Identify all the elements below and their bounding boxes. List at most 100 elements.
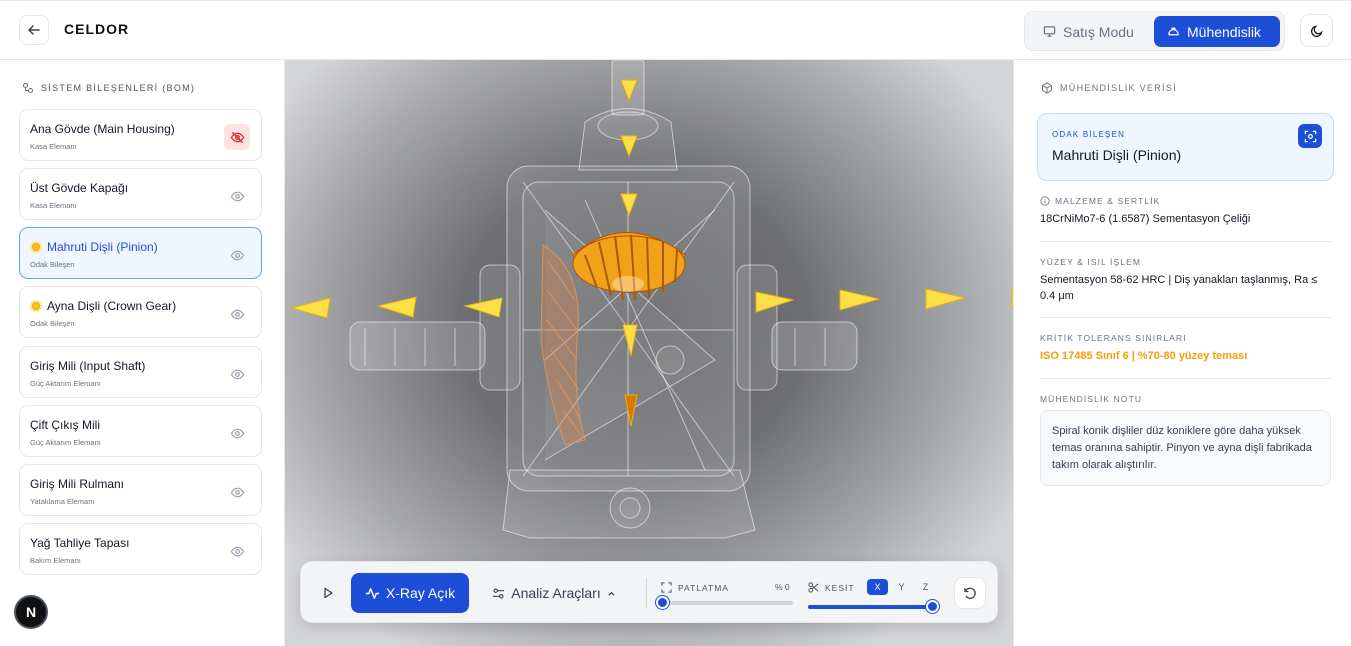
bom-item-label: Mahruti Dişli (Pinion) (30, 240, 158, 254)
reset-view-button[interactable] (954, 577, 986, 609)
play-icon (324, 587, 333, 599)
visibility-toggle[interactable] (224, 479, 250, 505)
engineering-note: Spiral konik dişliler düz koniklere göre… (1040, 410, 1331, 486)
mode-toggle: Satış Modu Mühendislik (1024, 11, 1285, 51)
surface-label: YÜZEY & ISIL İŞLEM (1040, 257, 1142, 267)
monitor-icon (1043, 26, 1056, 37)
bom-item-pinion[interactable]: Mahruti Dişli (Pinion) Odak Bileşen (19, 227, 262, 279)
expand-icon (661, 582, 672, 593)
divider (1040, 317, 1332, 318)
toolbar-divider (646, 578, 647, 608)
bom-item-top-cover[interactable]: Üst Gövde Kapağı Kasa Elemanı (19, 168, 262, 220)
viewer-toolbar: X-Ray Açık Analiz Araçları PATLATMA % 0 … (300, 561, 998, 623)
divider (1040, 241, 1332, 242)
visibility-toggle[interactable] (224, 301, 250, 327)
slider-fill (808, 605, 932, 609)
visibility-toggle[interactable] (224, 538, 250, 564)
bom-item-input-bearing[interactable]: Giriş Mili Rulmanı Yataklama Elemanı (19, 464, 262, 516)
surface-value: Sementasyon 58-62 HRC | Diş yanakları ta… (1040, 274, 1318, 302)
bom-item-crown-gear[interactable]: Ayna Dişli (Crown Gear) Odak Bileşen (19, 286, 262, 338)
hard-hat-icon (1168, 27, 1179, 36)
visibility-toggle[interactable] (224, 183, 250, 209)
eye-icon (230, 487, 244, 497)
tolerance-field: KRİTİK TOLERANS SINIRLARI ISO 17485 Sını… (1040, 333, 1332, 364)
bom-item-sublabel: Kasa Elemanı (30, 142, 77, 151)
eye-icon (230, 546, 244, 556)
focus-camera-button[interactable] (1298, 124, 1322, 148)
bom-item-dual-output-shaft[interactable]: Çift Çıkış Mili Güç Aktarım Elemanı (19, 405, 262, 457)
rotate-ccw-icon (964, 587, 976, 599)
focus-dot-icon (30, 241, 42, 253)
explode-slider[interactable] (656, 596, 793, 609)
bom-item-main-housing[interactable]: Ana Gövde (Main Housing) Kasa Elemanı (19, 109, 262, 161)
axis-x-button[interactable]: X (867, 579, 888, 595)
eye-off-icon (230, 131, 244, 143)
material-field: MALZEME & SERTLİK 18CrNiMo7-6 (1.6587) S… (1040, 196, 1332, 227)
axis-z-button[interactable]: Z (915, 579, 936, 595)
bom-item-sublabel: Yataklama Elemanı (30, 497, 95, 506)
framework-badge[interactable]: N (14, 595, 48, 629)
engineering-mode-label: Mühendislik (1187, 23, 1261, 40)
visibility-toggle[interactable] (224, 361, 250, 387)
bom-item-sublabel: Güç Aktarım Elemanı (30, 438, 101, 447)
play-animation-button[interactable] (313, 577, 343, 609)
explode-value: % 0 (775, 582, 790, 592)
app-header: CELDOR Satış Modu Mühendislik (0, 0, 1351, 60)
info-icon (1040, 196, 1050, 206)
bom-item-sublabel: Güç Aktarım Elemanı (30, 379, 101, 388)
bom-item-label: Üst Gövde Kapağı (30, 181, 129, 195)
bom-title: SİSTEM BİLEŞENLERİ (BOM) (22, 82, 195, 94)
section-cut-slider[interactable] (808, 600, 939, 613)
back-button[interactable] (19, 15, 49, 45)
section-cut-label: KESİT (808, 582, 855, 593)
engineering-panel: MÜHENDİSLİK VERİSİ ODAK BİLEŞEN Mahruti … (1013, 60, 1351, 646)
eye-icon (230, 369, 244, 379)
scissors-icon (808, 582, 819, 593)
note-field: MÜHENDİSLİK NOTU (1040, 394, 1332, 404)
axis-y-button[interactable]: Y (891, 579, 912, 595)
bom-item-input-shaft[interactable]: Giriş Mili (Input Shaft) Güç Aktarım Ele… (19, 346, 262, 398)
sales-mode-button[interactable]: Satış Modu (1035, 16, 1153, 47)
xray-toggle-button[interactable]: X-Ray Açık (351, 573, 469, 613)
xray-label: X-Ray Açık (385, 585, 456, 601)
bom-item-sublabel: Odak Bileşen (30, 319, 75, 328)
activity-icon (365, 587, 379, 599)
brand-logo: CELDOR (64, 21, 130, 37)
panel-title: MÜHENDİSLİK VERİSİ (1041, 82, 1177, 94)
theme-toggle-button[interactable] (1300, 14, 1333, 47)
explode-label: PATLATMA (661, 582, 729, 593)
bom-item-label: Giriş Mili (Input Shaft) (30, 359, 146, 373)
bom-sidebar: SİSTEM BİLEŞENLERİ (BOM) Ana Gövde (Main… (0, 60, 285, 646)
moon-icon (1310, 24, 1323, 37)
arrow-left-icon (28, 25, 40, 35)
sales-mode-label: Satış Modu (1063, 23, 1134, 40)
explode-slider-handle[interactable] (656, 596, 669, 609)
visibility-toggle[interactable] (224, 242, 250, 268)
analysis-tools-dropdown[interactable]: Analiz Araçları (478, 573, 630, 613)
visibility-toggle[interactable] (224, 124, 250, 150)
visibility-toggle[interactable] (224, 420, 250, 446)
eye-icon (230, 250, 244, 260)
focus-name: Mahruti Dişli (Pinion) (1052, 147, 1182, 163)
cube-icon (1042, 82, 1052, 94)
surface-field: YÜZEY & ISIL İŞLEM Sementasyon 58-62 HRC… (1040, 257, 1332, 304)
focus-label: ODAK BİLEŞEN (1052, 130, 1126, 139)
eye-icon (230, 428, 244, 438)
scan-icon (1304, 130, 1316, 142)
focus-dot-icon (30, 300, 42, 312)
note-label: MÜHENDİSLİK NOTU (1040, 394, 1143, 404)
bom-item-sublabel: Odak Bileşen (30, 260, 75, 269)
bom-item-label: Ana Gövde (Main Housing) (30, 122, 175, 136)
bom-item-drain-plug[interactable]: Yağ Tahliye Tapası Bakım Elemanı (19, 523, 262, 575)
analysis-label: Analiz Araçları (511, 585, 601, 601)
engineering-mode-button[interactable]: Mühendislik (1154, 16, 1280, 47)
bom-item-label: Çift Çıkış Mili (30, 418, 100, 432)
components-icon (22, 82, 34, 94)
eye-icon (230, 309, 244, 319)
tolerance-value: ISO 17485 Sınıf 6 | %70-80 yüzey teması (1040, 350, 1248, 362)
3d-viewport[interactable]: X-Ray Açık Analiz Araçları PATLATMA % 0 … (285, 60, 1013, 646)
gearbox-xray-model (290, 60, 1013, 539)
chevron-up-icon (608, 591, 615, 596)
eye-icon (230, 191, 244, 201)
section-cut-slider-handle[interactable] (926, 600, 939, 613)
